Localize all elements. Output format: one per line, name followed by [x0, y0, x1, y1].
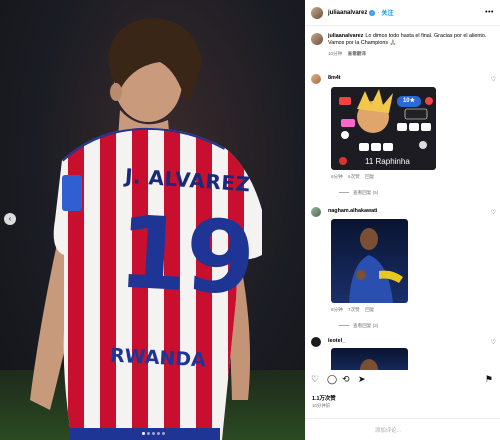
send-icon[interactable]: ➤	[358, 375, 366, 384]
comment-time: 6分钟	[331, 174, 343, 179]
comment-username[interactable]: 8m4t	[328, 75, 341, 81]
avatar[interactable]	[311, 6, 323, 19]
heart-icon[interactable]: ♡	[491, 76, 496, 83]
sticker-badge: 10★	[397, 96, 421, 107]
comment-username[interactable]: nagham.alhakawati	[328, 208, 377, 214]
view-replies-button[interactable]: 查看回复 (3)	[339, 323, 378, 329]
post-sidebar: juliaanalvarez ✓ · 关注 ••• juliaanalvarez…	[305, 0, 500, 440]
carousel-dot	[147, 432, 150, 435]
ear	[110, 83, 122, 101]
author-username[interactable]: juliaanalvarez	[328, 10, 367, 16]
comment-icon[interactable]: ◯	[327, 375, 337, 384]
action-bar: ♡ ◯ ⟲ ➤ ⚑	[305, 372, 500, 386]
heart-icon[interactable]: ♡	[311, 375, 319, 384]
heart-icon[interactable]: ♡	[491, 339, 496, 346]
bookmark-icon[interactable]: ⚑	[485, 375, 493, 384]
verified-icon: ✓	[369, 9, 376, 16]
comment-username[interactable]: leotel_	[328, 338, 345, 344]
avatar[interactable]	[311, 33, 323, 45]
likes-count[interactable]: 1.1万次赞	[312, 394, 336, 402]
player-celebration-photo	[349, 228, 403, 303]
share-icon[interactable]: ⟲	[342, 375, 350, 384]
carousel-dot	[142, 432, 145, 435]
reply-button[interactable]: 回复	[365, 307, 374, 312]
post-media[interactable]: J. ALVAREZ 19 RWANDA ‹	[0, 0, 305, 440]
carousel-dots	[142, 432, 165, 435]
add-comment-input[interactable]: 添加评论...	[375, 426, 401, 434]
avatar[interactable]	[311, 74, 321, 84]
translate-button[interactable]: 查看翻译	[348, 51, 366, 56]
jersey-number: 19	[115, 193, 257, 318]
comment-sticker-image[interactable]: 10★ 11 Raphinha	[331, 87, 436, 170]
comment-likes[interactable]: 7次赞	[348, 307, 360, 312]
comment-likes[interactable]: 6次赞	[348, 174, 360, 179]
caption-time: 10分钟	[328, 51, 343, 56]
comment-image[interactable]	[331, 348, 408, 370]
carousel-dot	[162, 432, 165, 435]
carousel-dot	[152, 432, 155, 435]
avatar[interactable]	[311, 207, 321, 217]
chevron-left-icon[interactable]: ‹	[4, 213, 16, 225]
avatar[interactable]	[311, 337, 321, 347]
more-icon[interactable]: •••	[485, 9, 494, 16]
follow-button[interactable]: 关注	[381, 8, 393, 17]
separator-dot: ·	[377, 9, 380, 16]
post-time: 10分钟前	[312, 403, 331, 408]
comment-image[interactable]	[331, 219, 408, 303]
reply-button[interactable]: 回复	[365, 174, 374, 179]
carousel-dot	[157, 432, 160, 435]
comment-time: 6分钟	[331, 307, 343, 312]
heart-icon[interactable]: ♡	[491, 209, 496, 216]
caption-username[interactable]: juliaanalvarez	[328, 33, 363, 39]
view-replies-button[interactable]: 查看回复 (5)	[339, 190, 378, 196]
post-header: juliaanalvarez ✓ · 关注 •••	[305, 0, 500, 26]
comments-list[interactable]: juliaanalvarez Lo dimos todo hasta el fin…	[305, 27, 500, 370]
player-photo-thumbnail	[360, 359, 378, 370]
add-comment-bar: 添加评论...	[305, 418, 500, 440]
sticker-caption: 11 Raphinha	[365, 157, 410, 166]
